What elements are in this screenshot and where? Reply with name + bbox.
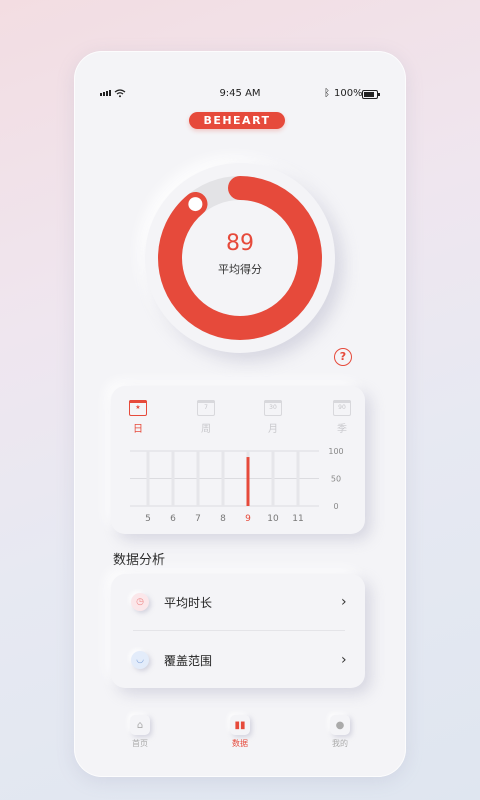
bar-9[interactable] xyxy=(246,457,250,506)
battery-icon xyxy=(362,90,380,99)
bluetooth-icon: ᛒ xyxy=(324,88,330,99)
chevron-right-icon: › xyxy=(341,652,347,668)
score-label: 平均得分 xyxy=(218,263,262,276)
nav-label: 数据 xyxy=(232,739,248,748)
y-tick-label: 50 xyxy=(331,475,341,484)
row-label: 平均时长 xyxy=(164,595,213,610)
row-average-duration[interactable]: ◷ 平均时长 › xyxy=(111,574,365,630)
nav-label: 我的 xyxy=(332,739,348,748)
score-ring: 89 平均得分 xyxy=(145,163,335,353)
status-bar: 9:45 AM ᛒ 100% xyxy=(74,85,406,105)
analysis-list: ◷ 平均时长 › ◡ 覆盖范围 › xyxy=(111,574,365,688)
bar-track xyxy=(271,451,275,506)
x-tick-label: 9 xyxy=(245,514,251,524)
analysis-title: 数据分析 xyxy=(113,553,166,568)
chart-card: ★ 日 7 周 30 月 90 季 100 50 0 5 6 7 8 9 10 11 xyxy=(111,386,365,534)
y-tick-label: 0 xyxy=(333,502,338,511)
tooth-icon: ◡ xyxy=(131,651,149,669)
nav-home[interactable]: ⌂ 首页 xyxy=(120,715,160,749)
x-tick-label: 5 xyxy=(145,514,151,524)
user-icon: ● xyxy=(330,715,350,735)
row-label: 覆盖范围 xyxy=(164,653,213,668)
x-tick-label: 8 xyxy=(220,514,226,524)
x-tick-label: 6 xyxy=(170,514,176,524)
score-knob xyxy=(188,197,203,212)
phone-frame: 9:45 AM ᛒ 100% BEHEART 89 平均得分 ? ★ 日 7 周… xyxy=(74,51,406,777)
divider xyxy=(133,630,345,631)
bar-track xyxy=(171,451,175,506)
home-icon: ⌂ xyxy=(130,715,150,735)
y-tick-label: 100 xyxy=(328,447,343,456)
bar-track xyxy=(296,451,300,506)
chevron-right-icon: › xyxy=(341,594,347,610)
brand-logo: BEHEART xyxy=(189,112,285,129)
help-icon[interactable]: ? xyxy=(334,348,352,366)
nav-data[interactable]: ▮▮ 数据 xyxy=(220,715,260,749)
bottom-nav: ⌂ 首页 ▮▮ 数据 ● 我的 xyxy=(74,711,406,761)
clock-icon: ◷ xyxy=(131,593,149,611)
battery-percent: 100% xyxy=(334,88,363,99)
score-value: 89 xyxy=(226,231,254,256)
x-tick-label: 10 xyxy=(267,514,279,524)
nav-label: 首页 xyxy=(132,739,148,748)
x-tick-label: 11 xyxy=(292,514,303,524)
bar-chart-icon: ▮▮ xyxy=(230,715,250,735)
bar-track xyxy=(221,451,225,506)
daily-bar-chart: 100 50 0 5 6 7 8 9 10 11 xyxy=(130,447,344,524)
bar-track xyxy=(196,451,200,506)
x-tick-label: 7 xyxy=(195,514,201,524)
bar-track xyxy=(146,451,150,506)
nav-profile[interactable]: ● 我的 xyxy=(320,715,360,749)
row-coverage[interactable]: ◡ 覆盖范围 › xyxy=(111,632,365,688)
